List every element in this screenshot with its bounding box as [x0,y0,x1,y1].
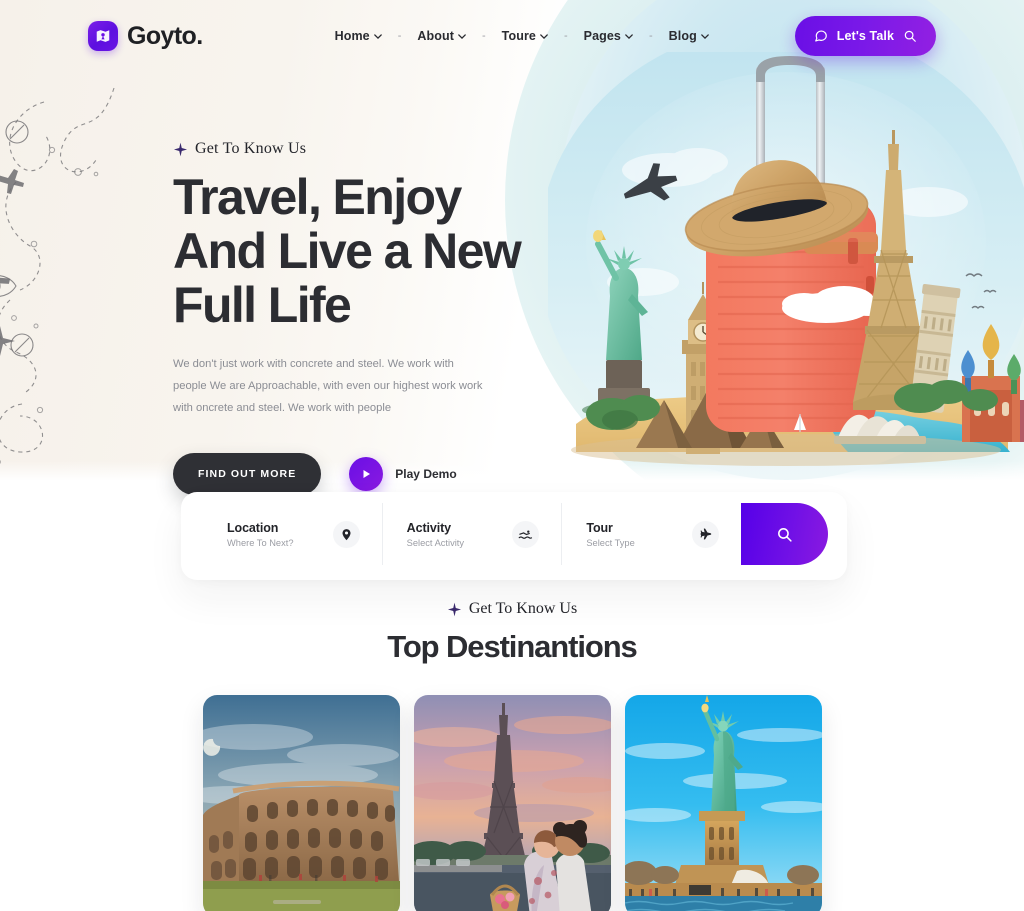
nav-separator: - [397,30,402,42]
search-field-title: Activity [406,520,452,535]
page-title: Travel, Enjoy And Live a New Full Life [173,170,573,332]
destinations-eyebrow: Get To Know Us [0,600,1024,618]
chat-bubble-icon [814,30,827,42]
hero-collage-image [548,52,1024,480]
nav-separator: - [648,30,653,42]
search-submit-button[interactable] [741,503,829,565]
nav-item-blog[interactable]: Blog [667,25,711,47]
chevron-down-icon [458,33,466,39]
headline-line-3: Full Life [173,277,352,333]
lets-talk-label: Let's Talk [836,29,894,43]
brand-logo[interactable]: Goyto. [88,21,203,51]
main-navigation: Home - About - Toure - Pages - Blog [333,25,711,47]
nav-item-pages[interactable]: Pages [582,25,635,47]
colosseum-rome-image [202,695,400,911]
destination-card[interactable] [624,695,822,911]
destination-card-list [0,695,1024,911]
chevron-down-icon [540,33,548,39]
search-field-placeholder: Where To Next? [227,537,294,548]
chevron-down-icon [373,33,382,39]
nav-item-label: About [417,29,454,43]
airplane-icon [692,520,720,548]
search-field-placeholder: Select Type [586,537,635,548]
find-out-more-button[interactable]: FIND OUT MORE [173,452,322,495]
search-field-tour[interactable]: Tour Select Type [562,503,742,565]
map-badge-icon [88,21,118,51]
swimmer-icon [512,520,540,548]
hero-eyebrow-label: Get To Know Us [195,140,307,157]
lets-talk-button[interactable]: Let's Talk [794,16,936,56]
nav-item-home[interactable]: Home [333,25,384,47]
nav-separator: - [563,30,568,42]
hero-paragraph: We don't just work with concrete and ste… [173,358,483,414]
headline-line-1: Travel, Enjoy [173,169,462,225]
nav-item-toure[interactable]: Toure [500,25,550,47]
play-triangle-icon [349,456,384,491]
page-root: Goyto. Home - About - Toure - Pages - Bl… [0,0,1024,911]
search-panel: Location Where To Next? Activity Select … [203,503,829,565]
statue-of-liberty-new-york-image [624,695,822,911]
play-demo-button[interactable]: Play Demo [349,456,457,491]
nav-item-label: Home [334,29,370,43]
search-icon [778,527,792,542]
dashed-travel-path-decoration [0,87,115,465]
sparkle-star-icon [447,602,461,616]
top-destinations-section: Get To Know Us Top Destinantions [0,600,1024,911]
search-field-location[interactable]: Location Where To Next? [203,503,383,565]
headline-line-2: And Live a New [173,223,522,279]
destinations-eyebrow-label: Get To Know Us [468,600,578,617]
search-field-title: Tour [586,520,613,535]
nav-item-label: Toure [501,29,536,43]
play-demo-label: Play Demo [395,466,457,481]
search-field-title: Location [227,520,279,535]
hero-eyebrow: Get To Know Us [173,140,573,158]
chevron-down-icon [700,33,709,39]
destinations-title: Top Destinantions [387,629,637,664]
search-field-placeholder: Select Activity [406,537,465,548]
search-field-activity[interactable]: Activity Select Activity [382,503,563,565]
nav-item-label: Blog [668,29,697,43]
nav-item-about[interactable]: About [415,25,468,47]
destination-card[interactable] [202,695,400,911]
map-pin-icon [332,520,360,548]
sparkle-star-icon [173,142,188,156]
site-header: Goyto. Home - About - Toure - Pages - Bl… [0,0,1024,72]
hero-cta-row: FIND OUT MORE Play Demo [173,452,573,495]
search-icon [904,30,916,42]
nav-item-label: Pages [583,29,621,43]
brand-name: Goyto. [127,21,203,50]
hero-content: Get To Know Us Travel, Enjoy And Live a … [173,140,573,495]
chevron-down-icon [625,33,633,39]
destination-card[interactable] [413,695,611,911]
nav-separator: - [482,30,486,42]
eiffel-tower-paris-couple-image [413,695,611,911]
